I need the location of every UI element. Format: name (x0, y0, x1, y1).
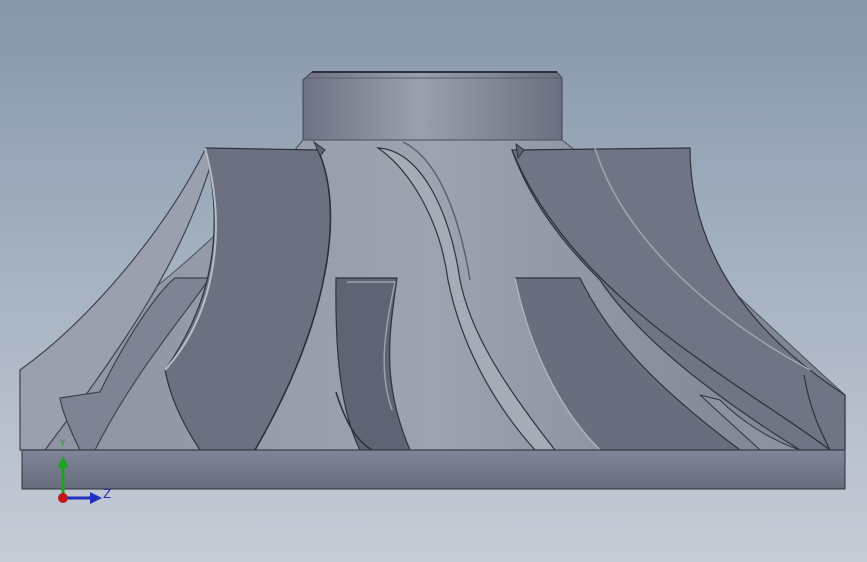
triad-axes (57, 456, 102, 504)
axis-label-z: Z (103, 487, 112, 501)
orientation-triad: Y Z (46, 436, 126, 516)
hub-shaft (302, 71, 563, 151)
graphics-viewport[interactable]: Y Z (0, 0, 867, 562)
impeller-model[interactable] (0, 0, 867, 562)
base-plate (21, 449, 846, 490)
axis-label-y: Y (60, 439, 66, 449)
